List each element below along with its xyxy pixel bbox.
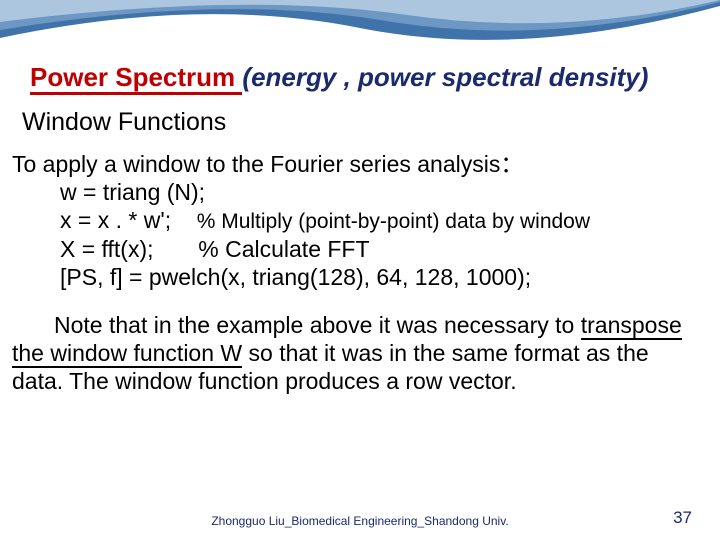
body-line-2: w = triang (N); — [60, 178, 696, 206]
slide-body: To apply a window to the Fourier series … — [12, 150, 696, 395]
slide-title: Power Spectrum (energy , power spectral … — [30, 62, 690, 93]
slide: Power Spectrum (energy , power spectral … — [0, 0, 720, 540]
title-italic: energy , power spectral density — [251, 62, 640, 92]
code-comment: % Calculate FFT — [198, 236, 369, 262]
page-number: 37 — [673, 508, 692, 528]
code-segment: x = x . * w'; — [60, 207, 171, 233]
body-line-3: x = x . * w'; % Multiply (point-by-point… — [60, 206, 696, 235]
slide-subtitle: Window Functions — [22, 108, 226, 137]
title-paren-open: ( — [242, 62, 251, 92]
body-line-5: [PS, f] = pwelch(x, triang(128), 64, 128… — [60, 263, 696, 291]
code-segment: X = fft(x); — [60, 236, 154, 262]
footer-text: Zhongguo Liu_Biomedical Engineering_Shan… — [0, 514, 720, 528]
body-line-4: X = fft(x); % Calculate FFT — [60, 235, 696, 263]
note-text-a: Note that in the example above it was ne… — [54, 312, 581, 338]
body-note: Note that in the example above it was ne… — [12, 311, 696, 395]
title-word-1: Power Spectrum — [30, 62, 242, 95]
title-paren-close: ) — [640, 62, 649, 92]
body-line-1: To apply a window to the Fourier series … — [12, 150, 696, 178]
code-comment: % Multiply (point-by-point) data by wind… — [197, 210, 590, 233]
